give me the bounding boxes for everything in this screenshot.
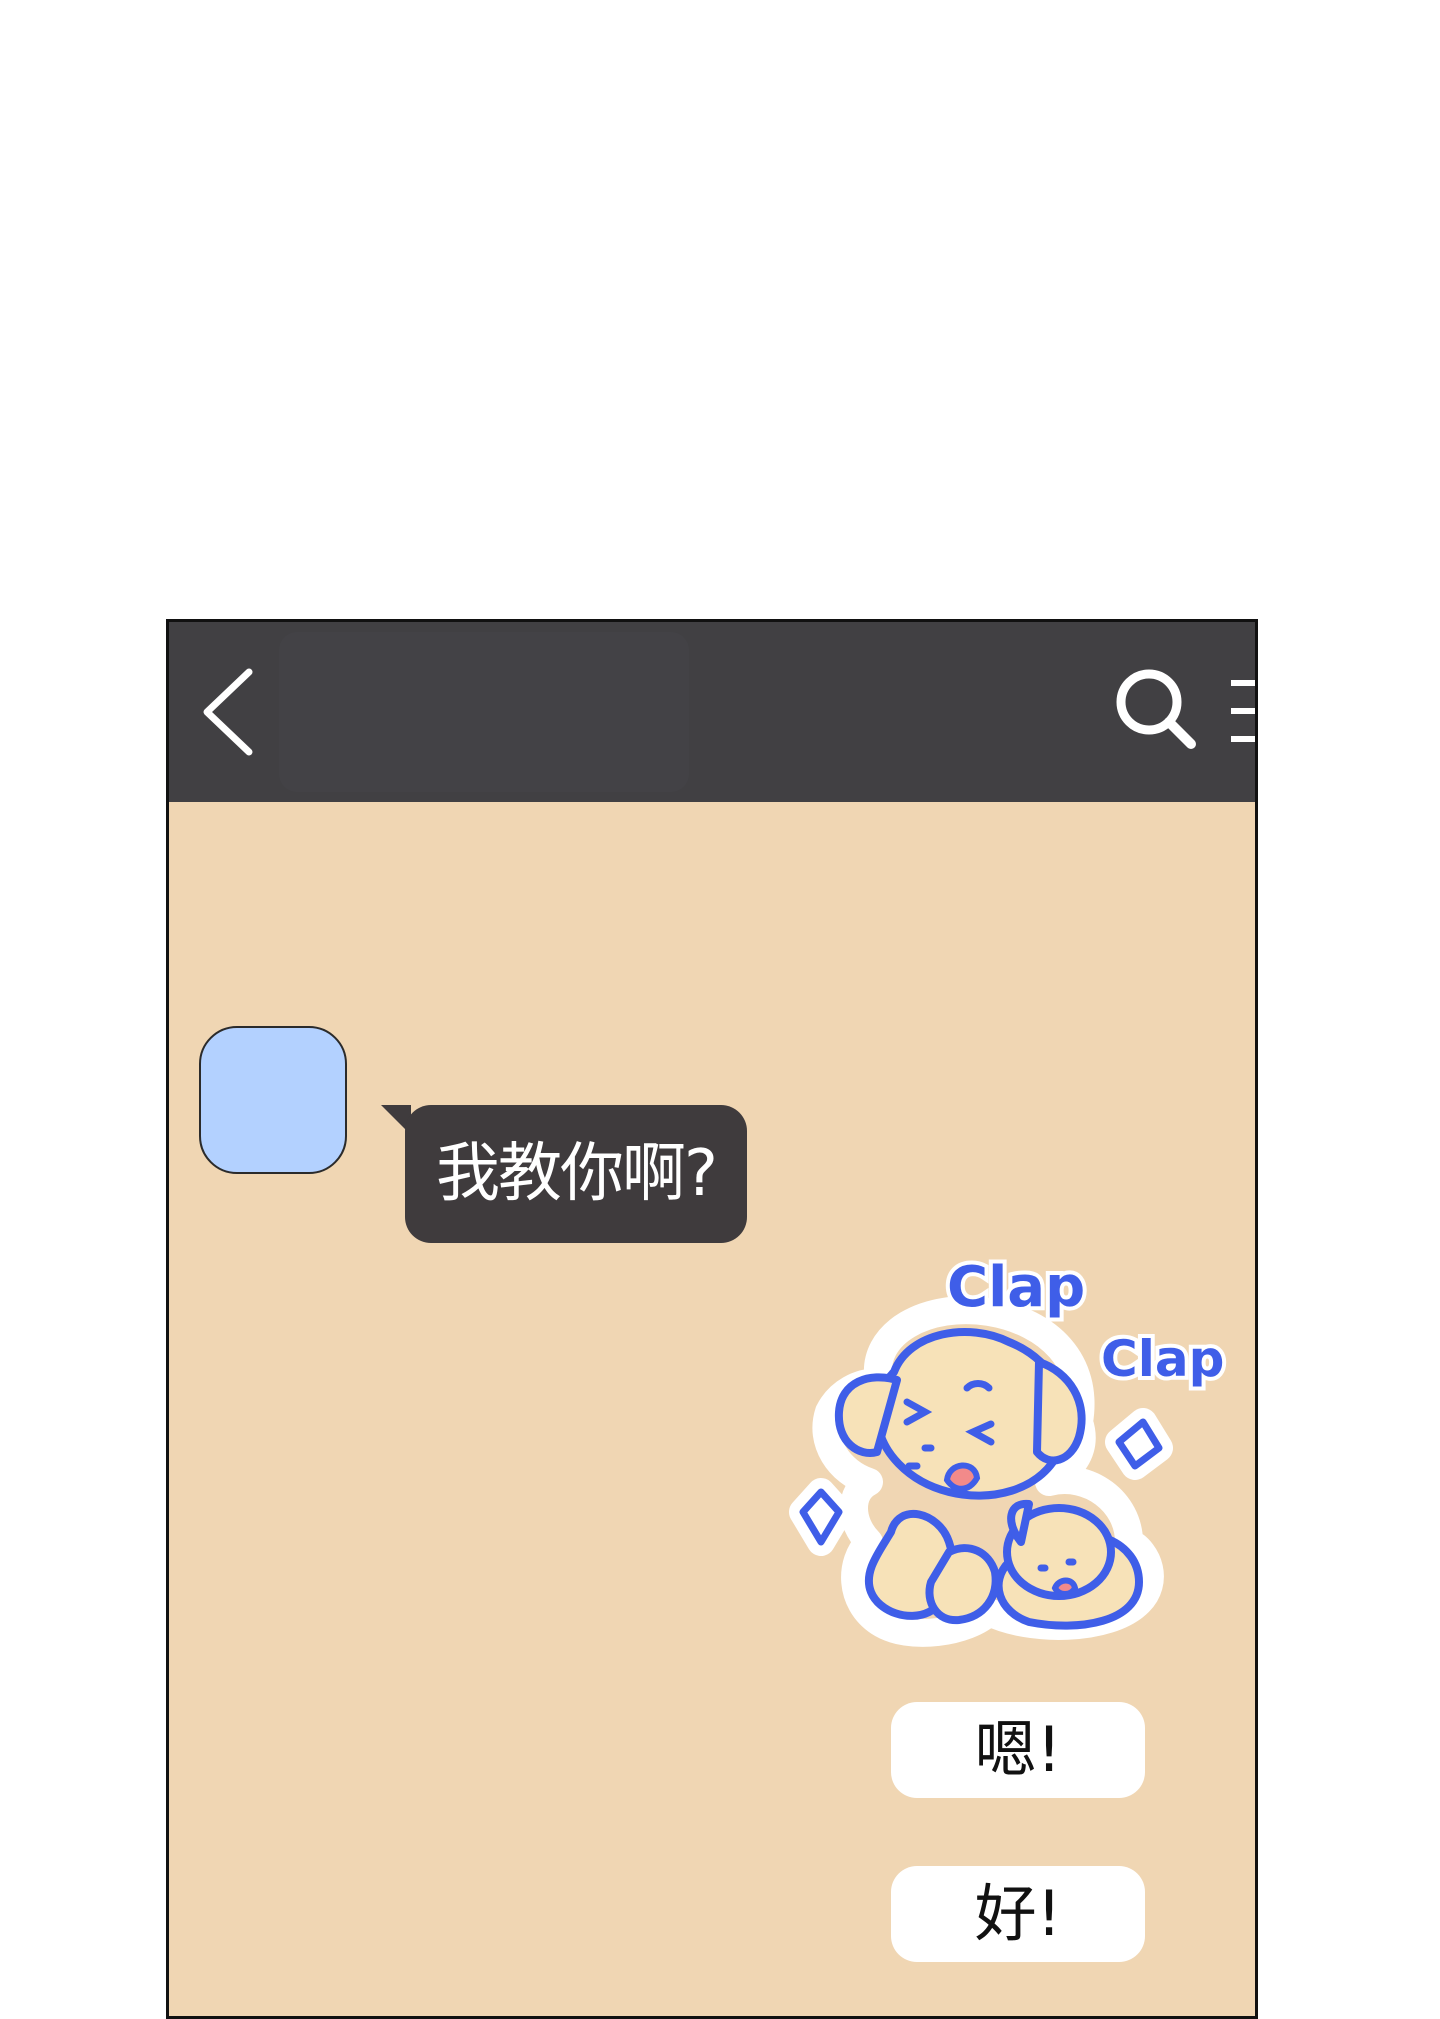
dog-sticker-image: Clap Clap bbox=[789, 1251, 1228, 1647]
search-icon bbox=[1116, 669, 1196, 749]
outgoing-message: 好! bbox=[891, 1866, 1145, 1962]
outgoing-message: 嗯! bbox=[891, 1702, 1145, 1798]
back-button[interactable] bbox=[197, 664, 277, 760]
sticker-word-2: Clap bbox=[1101, 1330, 1224, 1388]
avatar[interactable] bbox=[199, 1026, 347, 1174]
phone-frame: 我教你啊? Clap Clap 嗯! 好! bbox=[166, 619, 1258, 2019]
sticker-word-1: Clap bbox=[947, 1255, 1085, 1320]
incoming-message: 我教你啊? bbox=[405, 1105, 747, 1243]
chat-title-area bbox=[279, 632, 689, 792]
menu-button[interactable] bbox=[1219, 672, 1255, 752]
chevron-left-icon bbox=[203, 668, 253, 756]
chat-header bbox=[169, 622, 1255, 802]
clap-sticker[interactable]: Clap Clap bbox=[759, 1251, 1229, 1672]
search-button[interactable] bbox=[1113, 666, 1203, 756]
menu-icon bbox=[1231, 680, 1255, 742]
